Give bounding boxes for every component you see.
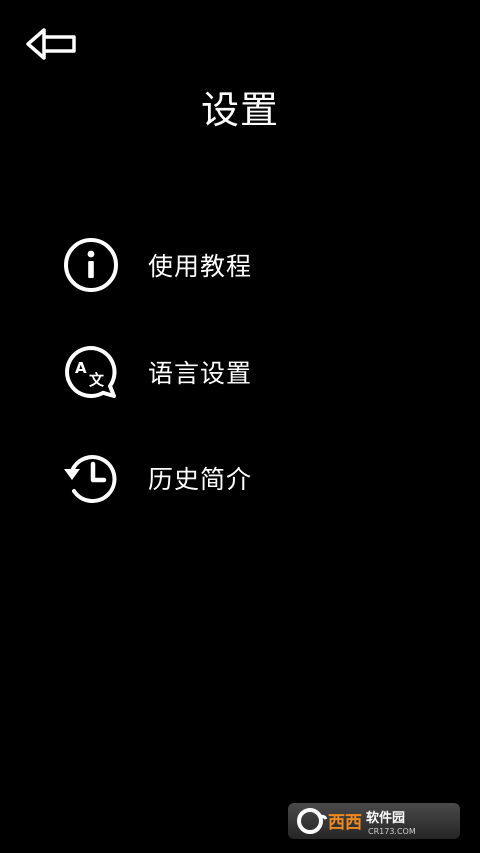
translate-icon: A 文 — [58, 339, 124, 405]
svg-text:A: A — [75, 359, 87, 377]
menu-item-label: 语言设置 — [148, 359, 253, 388]
back-button[interactable] — [22, 24, 84, 68]
menu-item-language[interactable]: A 文 语言设置 — [58, 337, 358, 407]
info-icon — [58, 232, 124, 298]
svg-text:软件园: 软件园 — [366, 810, 405, 826]
menu-item-history[interactable]: 历史简介 — [58, 443, 358, 513]
svg-text:CR173.COM: CR173.COM — [368, 827, 416, 836]
menu-item-tutorial[interactable]: 使用教程 — [58, 230, 358, 300]
watermark-logo: 西西 软件园 CR173.COM — [288, 803, 460, 839]
back-arrow-icon — [22, 26, 80, 66]
menu-item-label: 历史简介 — [148, 465, 253, 494]
menu-item-label: 使用教程 — [148, 252, 253, 281]
svg-text:文: 文 — [89, 371, 105, 389]
page-title: 设置 — [200, 88, 279, 132]
history-icon — [58, 445, 124, 511]
svg-text:西西: 西西 — [328, 813, 362, 833]
